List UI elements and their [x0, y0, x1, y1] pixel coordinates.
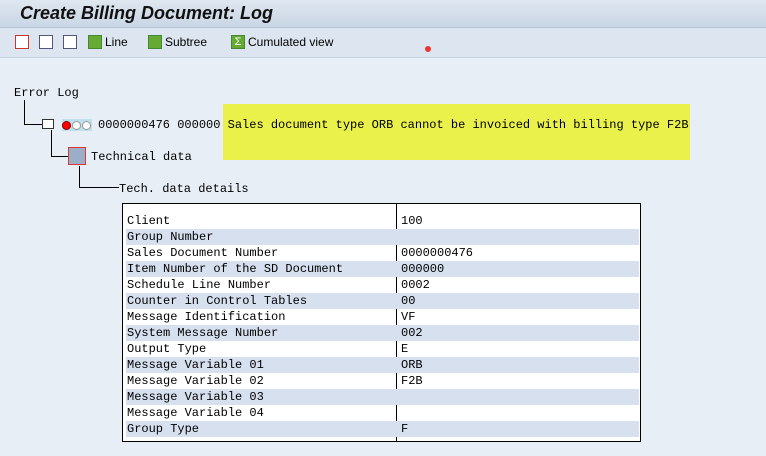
- technical-data-node[interactable]: Technical data: [91, 150, 192, 164]
- line-icon: [88, 35, 102, 49]
- table-row: Message Identification VF: [126, 309, 639, 325]
- field-value: F: [401, 422, 409, 436]
- field-label: System Message Number: [127, 326, 279, 340]
- status-dot: [425, 46, 431, 52]
- table-row: Item Number of the SD Document 000000: [126, 261, 639, 277]
- field-label: Group Number: [127, 230, 214, 244]
- message-text: Sales document type ORB cannot be invoic…: [227, 118, 689, 132]
- page-title: Create Billing Document: Log: [20, 3, 274, 23]
- field-label: Output Type: [127, 342, 207, 356]
- collapse-icon: [63, 35, 77, 49]
- line-button[interactable]: Line: [88, 35, 128, 49]
- tech-data-details-node[interactable]: Tech. data details: [119, 182, 249, 196]
- toolbar: Line Subtree Σ Cumulated view: [0, 28, 766, 58]
- field-value: VF: [401, 310, 416, 324]
- doc-number: 0000000476: [98, 118, 171, 132]
- subtree-icon: [148, 35, 162, 49]
- field-value: 0002: [401, 278, 430, 292]
- field-label: Item Number of the SD Document: [127, 262, 344, 276]
- table-row: Counter in Control Tables 00: [126, 293, 639, 309]
- message-highlight: [223, 104, 690, 160]
- table-row: Group Number: [126, 229, 639, 245]
- field-label: Sales Document Number: [127, 246, 279, 260]
- field-label: Counter in Control Tables: [127, 294, 308, 308]
- field-label: Group Type: [127, 422, 200, 436]
- collapse-button[interactable]: [63, 35, 77, 49]
- field-value: F2B: [401, 374, 423, 388]
- sigma-icon: Σ: [231, 35, 245, 49]
- subtree-label: Subtree: [165, 35, 208, 49]
- field-label: Message Identification: [127, 310, 286, 324]
- table-row: Message Variable 04: [126, 405, 639, 421]
- choose-button[interactable]: [15, 35, 29, 49]
- line-label: Line: [105, 35, 128, 49]
- field-label: Client: [127, 214, 171, 228]
- expand-icon: [39, 35, 53, 49]
- field-value: 100: [401, 214, 423, 228]
- expand-button[interactable]: [39, 35, 53, 49]
- table-row: Message Variable 03: [126, 389, 639, 405]
- field-value: [396, 389, 401, 405]
- message-node[interactable]: 0000000476 000000 Sales document type OR…: [98, 118, 689, 132]
- field-value: 00: [401, 294, 416, 308]
- table-row: Schedule Line Number 0002: [126, 277, 639, 293]
- item-number: 000000: [177, 118, 221, 132]
- technical-data-icon[interactable]: [68, 147, 86, 165]
- table-row: Group Type F: [126, 421, 639, 437]
- tech-details-table: Client 100 Group Number Sales Document Numb…: [122, 203, 641, 442]
- field-value: [396, 229, 401, 245]
- table-row: Message Variable 02 F2B: [126, 373, 639, 389]
- field-label: Message Variable 02: [127, 374, 264, 388]
- cumulated-label: Cumulated view: [248, 35, 334, 49]
- field-label: Message Variable 01: [127, 358, 264, 372]
- field-value: E: [401, 342, 409, 356]
- cumulated-view-button[interactable]: Σ Cumulated view: [231, 35, 333, 49]
- field-value: 000000: [401, 262, 445, 276]
- field-label: Schedule Line Number: [127, 278, 272, 292]
- field-label: Message Variable 03: [127, 390, 264, 404]
- table-row: System Message Number 002: [126, 325, 639, 341]
- field-value: 002: [401, 326, 423, 340]
- table-row: Sales Document Number 0000000476: [126, 245, 639, 261]
- field-label: Message Variable 04: [127, 406, 264, 420]
- traffic-light-icon: [62, 119, 92, 131]
- field-value: [396, 405, 401, 421]
- tree-root[interactable]: Error Log: [14, 86, 79, 100]
- subtree-button[interactable]: Subtree: [148, 35, 207, 49]
- title-bar: Create Billing Document: Log: [0, 0, 766, 28]
- field-value: 0000000476: [401, 246, 474, 260]
- table-row: Client 100: [126, 213, 639, 229]
- table-row: Message Variable 01 ORB: [126, 357, 639, 373]
- field-value: ORB: [401, 358, 423, 372]
- cursor-select-icon: [15, 35, 29, 49]
- folder-icon[interactable]: [42, 119, 54, 129]
- table-row: Output Type E: [126, 341, 639, 357]
